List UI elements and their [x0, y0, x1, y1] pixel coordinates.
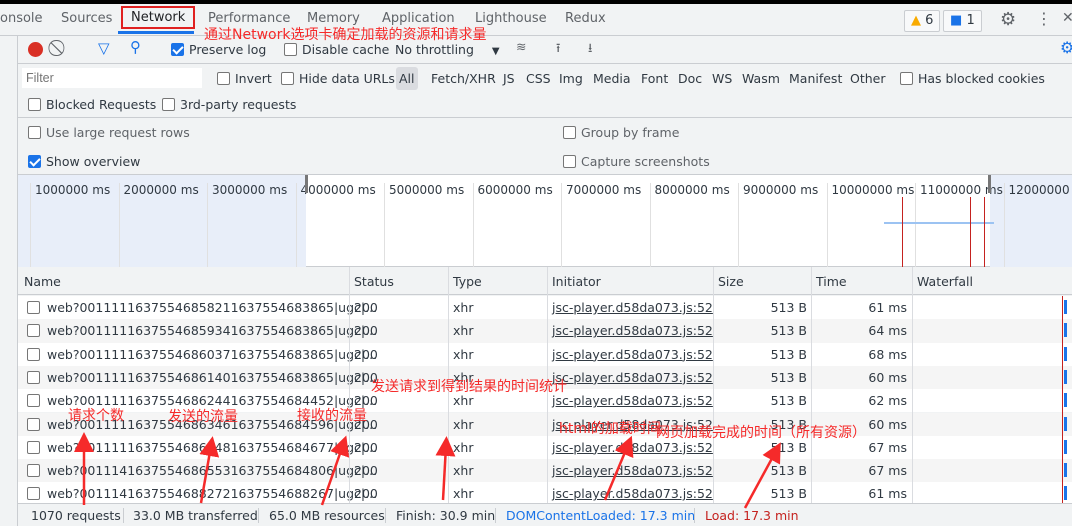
arrow-dcl	[603, 435, 634, 501]
arrow-sent	[199, 436, 220, 504]
annotation-arrows	[74, 432, 781, 509]
arrow-received	[320, 435, 350, 506]
arrow-load	[743, 442, 781, 509]
arrow-timing	[435, 436, 456, 501]
